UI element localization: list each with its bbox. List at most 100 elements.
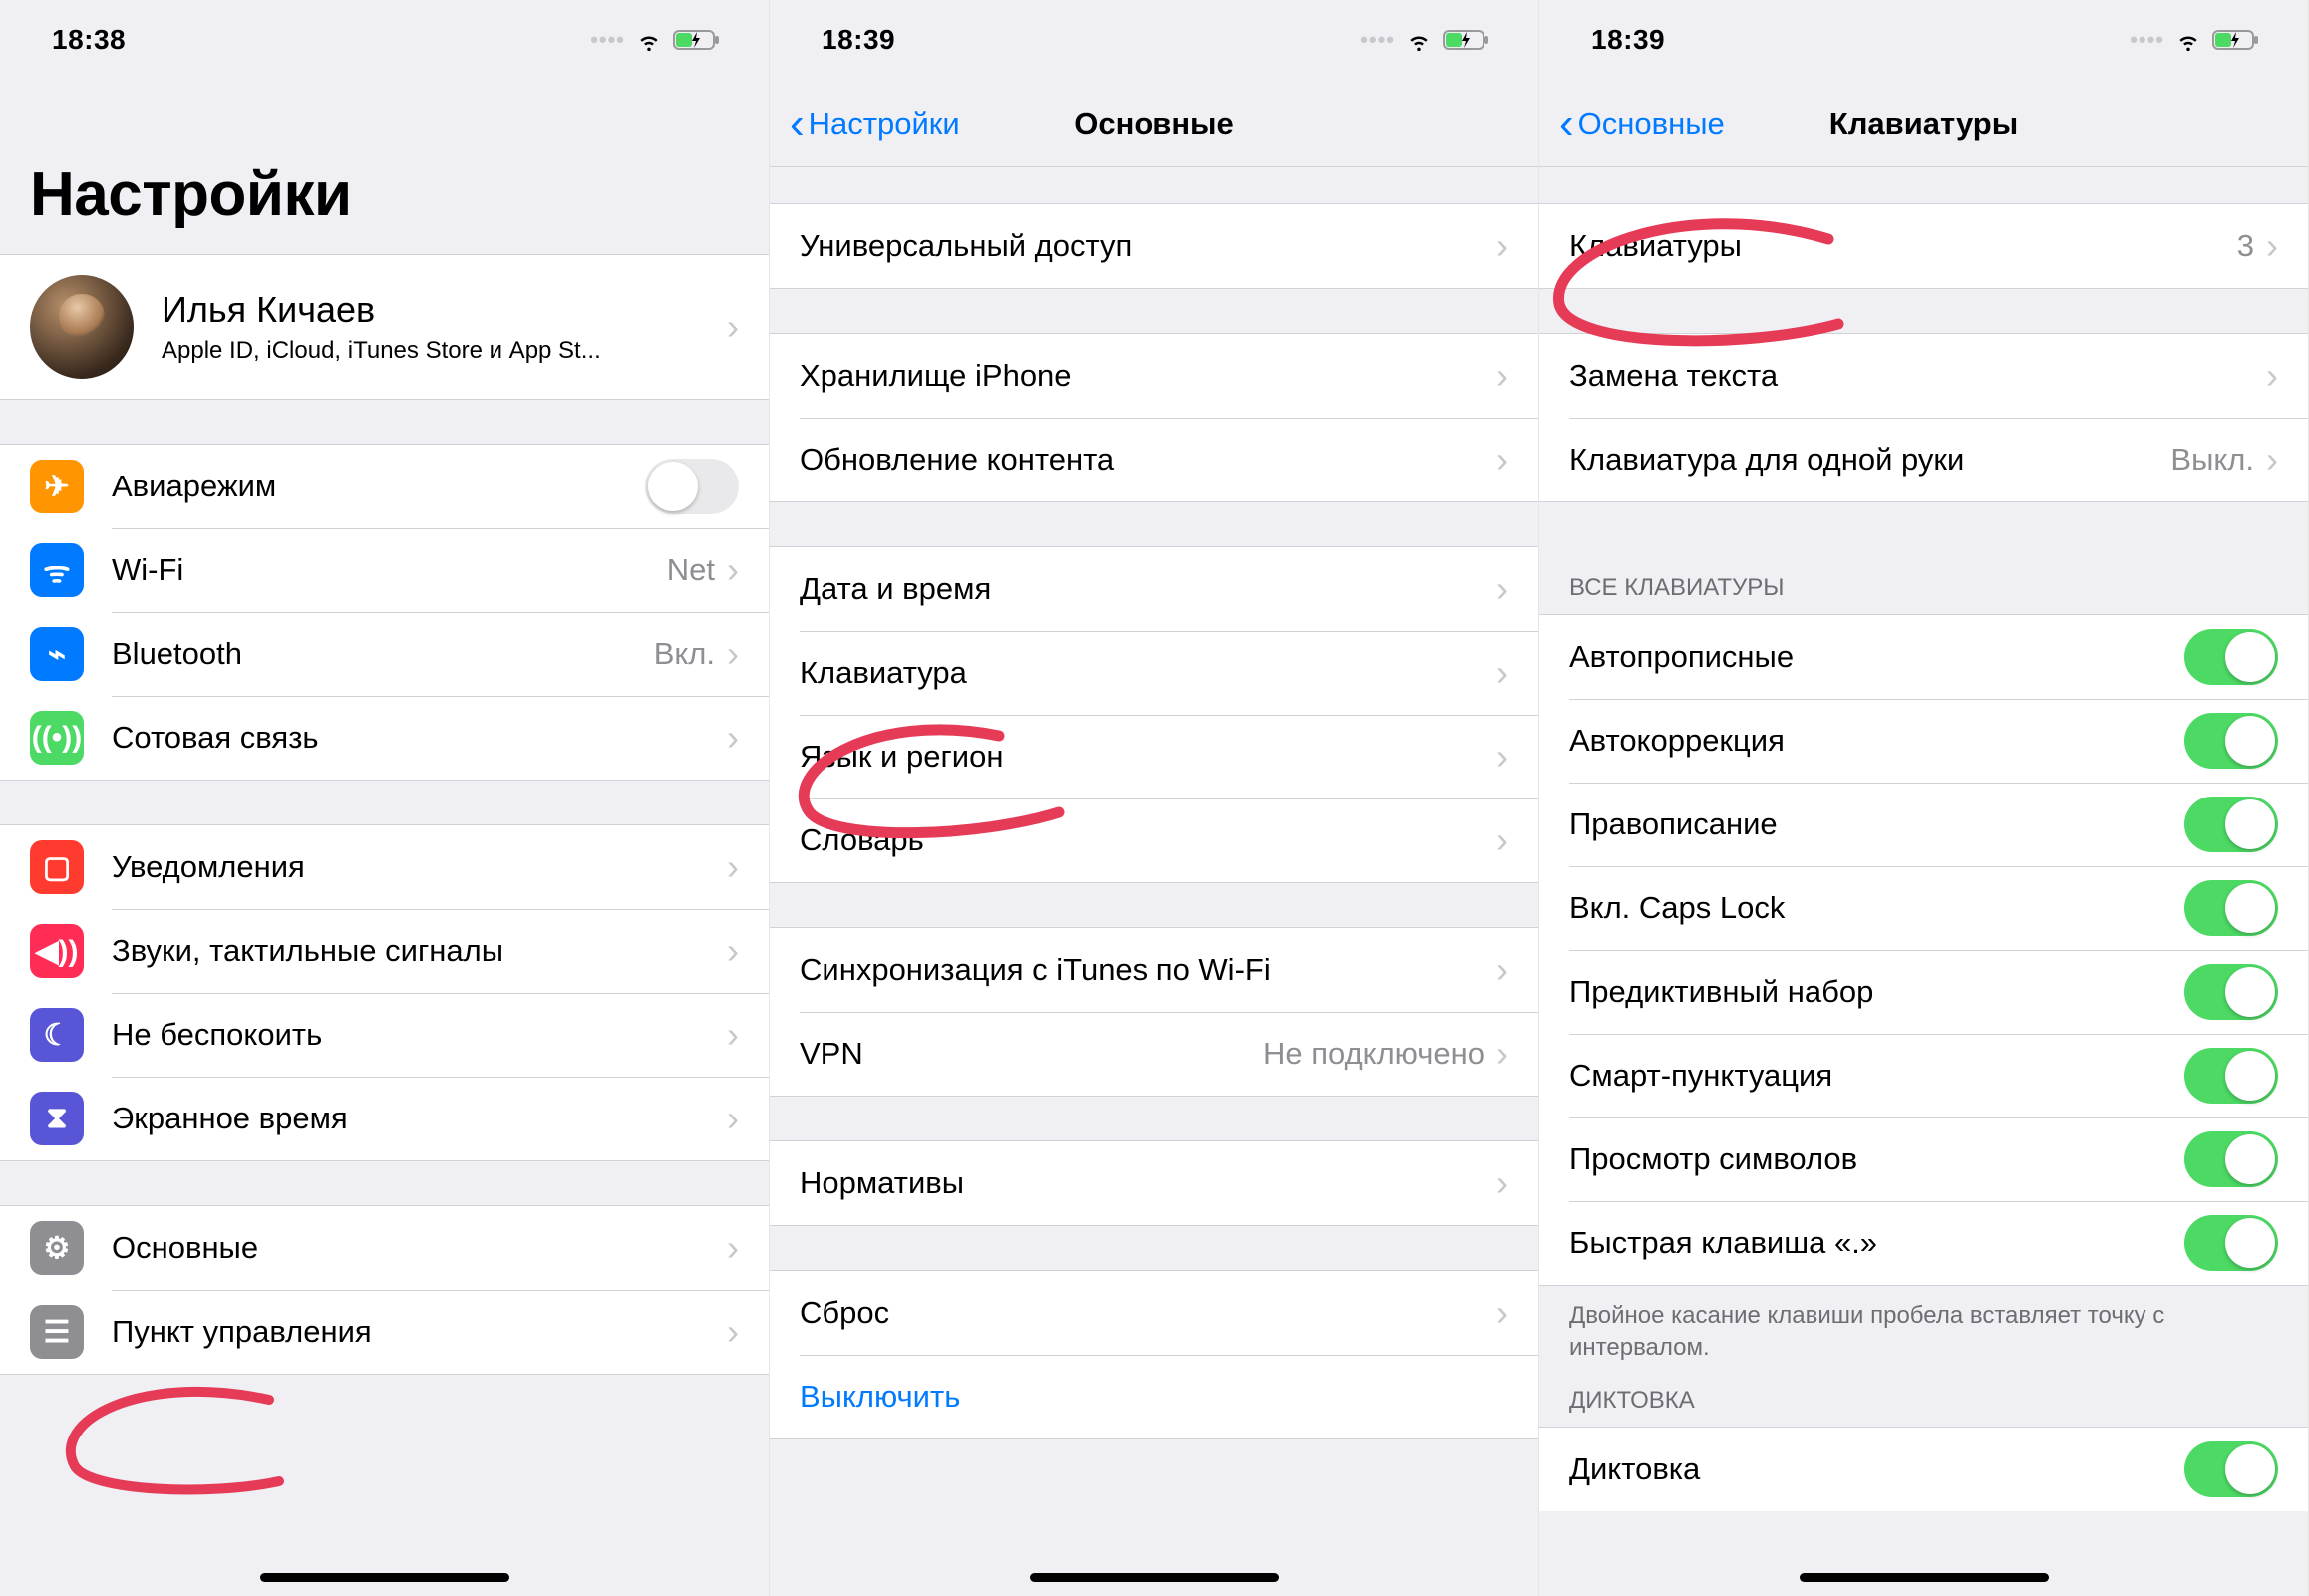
- keyboard-row[interactable]: Клавиатура для одной рукиВыкл.›: [1539, 418, 2308, 501]
- chevron-left-icon: ‹: [790, 99, 805, 149]
- signal-dots-icon: ••••: [2130, 27, 2164, 53]
- keyboard-row[interactable]: Клавиатуры3›: [1539, 204, 2308, 288]
- row-label: Звуки, тактильные сигналы: [112, 933, 727, 969]
- general-group-4: Нормативы›: [770, 1140, 1538, 1226]
- section-header-dictation: ДИКТОВКА: [1539, 1377, 2308, 1427]
- back-button[interactable]: ‹ Основные: [1559, 99, 1725, 149]
- chevron-right-icon: ›: [1496, 949, 1508, 991]
- row-label: Синхронизация с iTunes по Wi-Fi: [800, 952, 1496, 988]
- chevron-right-icon: ›: [1496, 568, 1508, 610]
- general-row[interactable]: Хранилище iPhone›: [770, 334, 1538, 418]
- toggle-switch[interactable]: [2184, 1131, 2278, 1187]
- settings-row-moon[interactable]: ☾Не беспокоить›: [0, 993, 769, 1077]
- home-indicator: [1030, 1573, 1279, 1582]
- status-bar: 18:39 ••••: [1539, 0, 2308, 80]
- toggle-switch[interactable]: [2184, 713, 2278, 769]
- settings-row-bluetooth[interactable]: ⌁BluetoothВкл.›: [0, 612, 769, 696]
- keyboard-row[interactable]: Замена текста›: [1539, 334, 2308, 418]
- general-row[interactable]: Дата и время›: [770, 547, 1538, 631]
- settings-row-cellular[interactable]: ((•))Сотовая связь›: [0, 696, 769, 780]
- toggle-switch[interactable]: [2184, 964, 2278, 1020]
- chevron-right-icon: ›: [1496, 355, 1508, 397]
- chevron-right-icon: ›: [727, 549, 739, 591]
- general-group-0: Универсальный доступ›: [770, 203, 1538, 289]
- toggle-row: Вкл. Caps Lock: [1539, 866, 2308, 950]
- settings-row-bell[interactable]: ▢Уведомления›: [0, 825, 769, 909]
- toggle-switch[interactable]: [2184, 797, 2278, 852]
- gear-icon: ⚙: [30, 1221, 84, 1275]
- chevron-right-icon: ›: [1496, 736, 1508, 778]
- general-row[interactable]: Словарь›: [770, 798, 1538, 882]
- settings-row-sliders[interactable]: ☰Пункт управления›: [0, 1290, 769, 1374]
- settings-row-wifi[interactable]: ᯤWi-FiNet›: [0, 528, 769, 612]
- general-row[interactable]: Обновление контента›: [770, 418, 1538, 501]
- settings-row-airplane[interactable]: ✈Авиарежим: [0, 445, 769, 528]
- row-label: Bluetooth: [112, 636, 654, 672]
- toggle-switch[interactable]: [645, 459, 739, 514]
- general-row[interactable]: Сброс›: [770, 1271, 1538, 1355]
- row-label: Экранное время: [112, 1101, 727, 1136]
- wifi-icon: [2174, 26, 2202, 54]
- settings-row-hourglass[interactable]: ⧗Экранное время›: [0, 1077, 769, 1160]
- keyboards-options-group: Замена текста›Клавиатура для одной рукиВ…: [1539, 333, 2308, 502]
- row-label: Язык и регион: [800, 739, 1496, 775]
- general-row[interactable]: Нормативы›: [770, 1141, 1538, 1225]
- chevron-right-icon: ›: [727, 846, 739, 888]
- toggle-switch[interactable]: [2184, 1215, 2278, 1271]
- row-label: Обновление контента: [800, 442, 1496, 478]
- status-time: 18:39: [822, 24, 895, 56]
- row-label: Пункт управления: [112, 1314, 727, 1350]
- general-group: ⚙ Основные ›☰Пункт управления›: [0, 1205, 769, 1375]
- general-row[interactable]: Клавиатура›: [770, 631, 1538, 715]
- row-label: Универсальный доступ: [800, 228, 1496, 264]
- general-row[interactable]: Выключить: [770, 1355, 1538, 1438]
- row-label: Автокоррекция: [1569, 723, 2184, 759]
- row-value: Не подключено: [1263, 1036, 1484, 1072]
- chevron-right-icon: ›: [2266, 225, 2278, 267]
- profile-sub: Apple ID, iCloud, iTunes Store и App St.…: [162, 337, 727, 365]
- row-label: Уведомления: [112, 849, 727, 885]
- toggle-switch[interactable]: [2184, 1048, 2278, 1104]
- sound-icon: ◀)): [30, 924, 84, 978]
- general-row[interactable]: VPNНе подключено›: [770, 1012, 1538, 1096]
- settings-row-sound[interactable]: ◀))Звуки, тактильные сигналы›: [0, 909, 769, 993]
- row-label: Основные: [112, 1230, 727, 1266]
- bluetooth-icon: ⌁: [30, 627, 84, 681]
- row-label: Словарь: [800, 822, 1496, 858]
- row-label: Правописание: [1569, 806, 2184, 842]
- row-label: Нормативы: [800, 1165, 1496, 1201]
- section-header-all-keyboards: ВСЕ КЛАВИАТУРЫ: [1539, 546, 2308, 614]
- general-row[interactable]: Язык и регион›: [770, 715, 1538, 798]
- chevron-right-icon: ›: [1496, 819, 1508, 861]
- chevron-right-icon: ›: [727, 1014, 739, 1056]
- chevron-right-icon: ›: [2266, 439, 2278, 480]
- row-label: Сброс: [800, 1295, 1496, 1331]
- chevron-right-icon: ›: [727, 1311, 739, 1353]
- settings-row-gear[interactable]: ⚙Основные›: [0, 1206, 769, 1290]
- signal-dots-icon: ••••: [590, 27, 625, 53]
- general-group-2: Дата и время›Клавиатура›Язык и регион›Сл…: [770, 546, 1538, 883]
- toggle-switch[interactable]: [2184, 880, 2278, 936]
- general-row[interactable]: Универсальный доступ›: [770, 204, 1538, 288]
- signal-dots-icon: ••••: [1360, 27, 1395, 53]
- row-label: Хранилище iPhone: [800, 358, 1496, 394]
- row-label: Быстрая клавиша «.»: [1569, 1225, 2184, 1261]
- toggle-switch[interactable]: [2184, 1441, 2278, 1497]
- screen-settings: 18:38 •••• Настройки Илья Кичаев Apple I…: [0, 0, 770, 1596]
- row-label: Замена текста: [1569, 358, 2266, 394]
- wifi-icon: [635, 26, 663, 54]
- general-row[interactable]: Синхронизация с iTunes по Wi-Fi›: [770, 928, 1538, 1012]
- toggle-switch[interactable]: [2184, 629, 2278, 685]
- chevron-right-icon: ›: [727, 306, 739, 348]
- back-button[interactable]: ‹ Настройки: [790, 99, 960, 149]
- airplane-icon: ✈: [30, 460, 84, 513]
- home-indicator: [260, 1573, 509, 1582]
- chevron-right-icon: ›: [2266, 355, 2278, 397]
- dictation-group: Диктовка: [1539, 1427, 2308, 1511]
- page-title: Настройки: [0, 80, 769, 254]
- general-group-1: Хранилище iPhone›Обновление контента›: [770, 333, 1538, 502]
- profile-row[interactable]: Илья Кичаев Apple ID, iCloud, iTunes Sto…: [0, 255, 769, 399]
- nav-bar: ‹ Основные Клавиатуры: [1539, 80, 2308, 167]
- screen-keyboards: 18:39 •••• ‹ Основные Клавиатуры Клавиат…: [1539, 0, 2309, 1596]
- row-label: Предиктивный набор: [1569, 974, 2184, 1010]
